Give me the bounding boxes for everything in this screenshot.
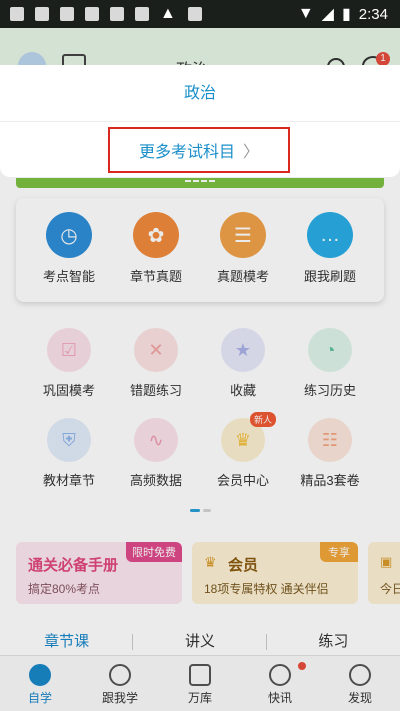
status-bar: ▲ ▼ ◢ ▮ 2:34 xyxy=(0,0,400,28)
more-subjects-label: 更多考试科目 xyxy=(138,144,235,161)
notification-icon xyxy=(135,7,149,21)
subject-dropdown: 政治 更多考试科目 〉 xyxy=(0,65,400,177)
signal-icon: ◢ xyxy=(321,6,334,23)
notification-icon xyxy=(10,7,24,21)
more-subjects-button[interactable]: 更多考试科目 〉 xyxy=(108,127,290,173)
notification-icon xyxy=(85,7,99,21)
dropdown-current-subject[interactable]: 政治 xyxy=(0,65,400,122)
chevron-right-icon: 〉 xyxy=(243,144,260,161)
wifi-icon: ▼ xyxy=(297,5,314,22)
clock-time: 2:34 xyxy=(358,5,388,23)
warning-icon: ▲ xyxy=(160,5,176,22)
battery-icon: ▮ xyxy=(341,6,351,23)
notification-icon xyxy=(110,7,124,21)
notification-icon xyxy=(60,7,74,21)
notification-icon xyxy=(35,7,49,21)
notification-icon xyxy=(187,7,202,21)
